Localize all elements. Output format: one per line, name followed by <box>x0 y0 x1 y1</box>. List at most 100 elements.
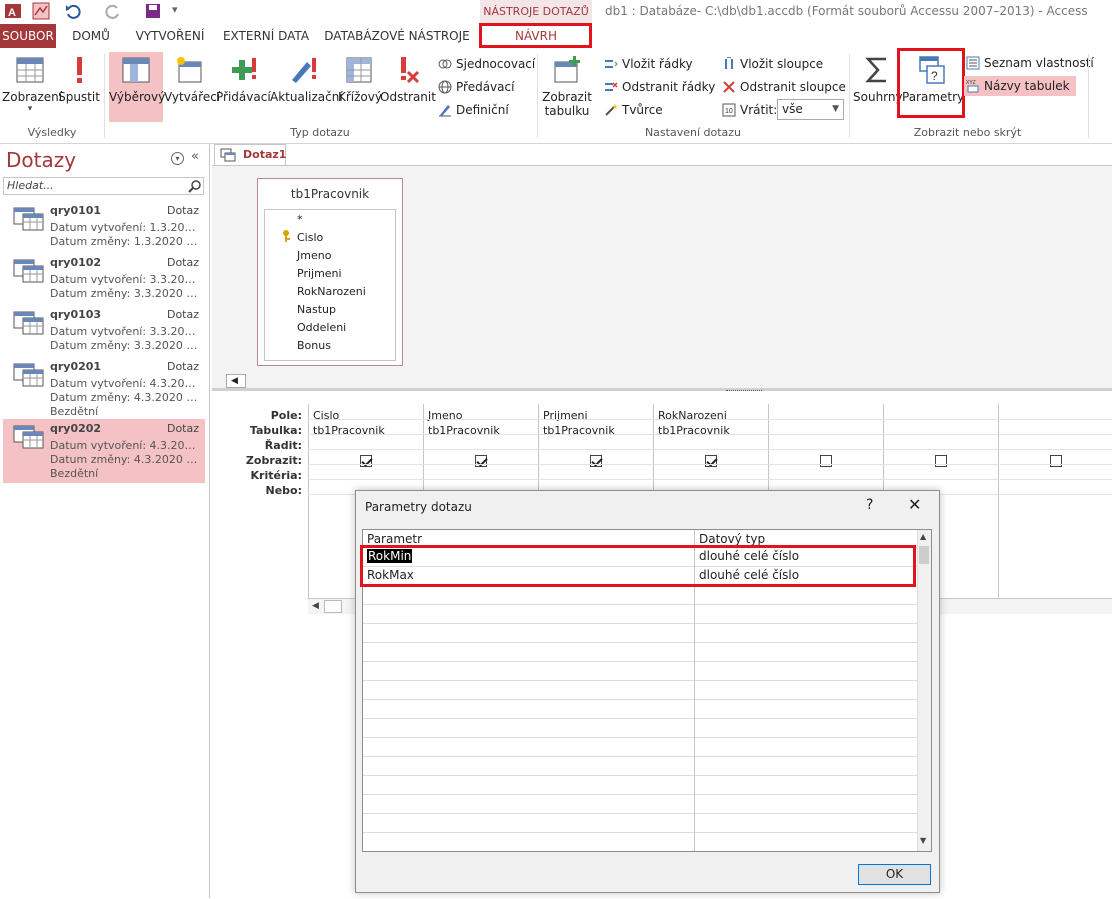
parameter-row-empty[interactable] <box>363 776 919 795</box>
customize-toolbar-icon[interactable]: ▾ <box>172 3 178 16</box>
query-type: Dotaz <box>166 422 199 435</box>
parameter-row-empty[interactable] <box>363 814 919 833</box>
insert-rows-button[interactable]: Vložit řádky <box>604 54 693 74</box>
design-icon[interactable] <box>32 2 50 20</box>
field-item[interactable]: Nastup <box>297 303 336 316</box>
query-created-date: Datum vytvoření: 1.3.2020 2... <box>50 221 200 234</box>
union-query-button[interactable]: Sjednocovací <box>438 54 535 74</box>
parameter-row-empty[interactable] <box>363 605 919 624</box>
builder-button[interactable]: Tvůrce <box>604 100 663 120</box>
view-button[interactable]: Zobrazení ▾ <box>2 54 62 114</box>
grid-scroll-left-icon[interactable]: ◀ <box>312 601 319 611</box>
save-icon[interactable] <box>144 2 162 20</box>
field-item[interactable]: Prijmeni <box>297 267 342 280</box>
search-icon[interactable] <box>188 179 202 193</box>
field-item[interactable]: Cislo <box>297 231 323 244</box>
collapse-pane-icon[interactable]: « <box>191 149 199 164</box>
show-checkbox[interactable] <box>590 455 602 467</box>
run-button[interactable]: Spustit <box>58 54 100 104</box>
parameter-row-empty[interactable] <box>363 681 919 700</box>
grid-column[interactable] <box>998 404 1112 612</box>
list-item-query[interactable]: qry0103 Dotaz Datum vytvoření: 3.3.2020 … <box>3 305 205 357</box>
parameter-row-empty[interactable] <box>363 662 919 681</box>
return-label: Vrátit: <box>740 103 778 117</box>
ribbon: Zobrazení ▾ Spustit Výsledky Výběrový Vy… <box>0 48 1112 144</box>
table-field-list-window[interactable]: tb1Pracovnik * Cislo Jmeno Prijmeni RokN… <box>257 178 403 366</box>
grid-table-cell[interactable]: tb1Pracovnik <box>428 424 500 437</box>
parameter-row-empty[interactable] <box>363 795 919 814</box>
parameter-row-empty[interactable] <box>363 643 919 662</box>
parameter-row-empty[interactable] <box>363 624 919 643</box>
wand-icon <box>605 104 618 116</box>
splitter-handle[interactable] <box>726 390 762 393</box>
pass-through-query-button[interactable]: Předávací <box>438 77 514 97</box>
parameters-vertical-scrollbar[interactable]: ▲ ▼ <box>917 530 931 851</box>
field-item[interactable]: Bonus <box>297 339 331 352</box>
tab-database-tools[interactable]: DATABÁZOVÉ NÁSTROJE <box>322 24 472 48</box>
parameter-row-empty[interactable] <box>363 700 919 719</box>
show-checkbox[interactable] <box>360 455 372 467</box>
view-button-label: Zobrazení <box>2 90 63 104</box>
delete-query-button[interactable]: Odstranit <box>380 54 436 104</box>
field-item[interactable]: RokNarozeni <box>297 285 366 298</box>
field-item[interactable]: * <box>297 213 303 226</box>
select-query-button[interactable]: Výběrový <box>109 52 165 122</box>
redo-icon[interactable] <box>104 2 122 20</box>
show-checkbox[interactable] <box>475 455 487 467</box>
grid-table-cell[interactable]: tb1Pracovnik <box>658 424 730 437</box>
field-item[interactable]: Jmeno <box>297 249 331 262</box>
show-checkbox[interactable] <box>1050 455 1062 467</box>
tab-home[interactable]: DOMŮ <box>62 24 120 48</box>
parameter-row-empty[interactable] <box>363 738 919 757</box>
field-item[interactable]: Oddeleni <box>297 321 346 334</box>
show-checkbox[interactable] <box>935 455 947 467</box>
grid-field-cell[interactable]: RokNarozeni <box>658 409 727 422</box>
parameter-row-empty[interactable] <box>363 719 919 738</box>
show-checkbox[interactable] <box>705 455 717 467</box>
undo-icon[interactable] <box>64 2 82 20</box>
tab-external-data[interactable]: EXTERNÍ DATA <box>220 24 312 48</box>
help-icon[interactable]: ? <box>866 497 873 513</box>
make-table-query-button[interactable]: Vytvářecí <box>164 54 220 104</box>
list-item-query[interactable]: qry0101 Dotaz Datum vytvoření: 1.3.2020 … <box>3 201 205 253</box>
scroll-down-icon[interactable]: ▼ <box>920 836 926 845</box>
delete-columns-button[interactable]: Odstranit sloupce <box>722 77 846 97</box>
grid-field-cell[interactable]: Prijmeni <box>543 409 588 422</box>
definition-label: Definiční <box>456 103 509 117</box>
list-item-query-selected[interactable]: qry0202 Dotaz Datum vytvoření: 4.3.2020 … <box>3 419 205 483</box>
access-logo-icon: A <box>5 4 21 19</box>
show-checkbox[interactable] <box>820 455 832 467</box>
totals-button[interactable]: Souhrny <box>853 54 903 104</box>
crosstab-query-button[interactable]: Křížový <box>338 54 382 104</box>
list-item-query[interactable]: qry0201 Dotaz Datum vytvoření: 4.3.2020 … <box>3 357 205 419</box>
grid-field-cell[interactable]: Jmeno <box>428 409 462 422</box>
delete-label: Odstranit <box>380 90 436 104</box>
nav-menu-chevron-icon[interactable]: ▾ <box>171 152 184 165</box>
show-table-icon <box>554 56 580 83</box>
delete-rows-button[interactable]: Odstranit řádky <box>604 77 715 97</box>
grid-scroll-thumb[interactable] <box>324 600 342 613</box>
grid-table-cell[interactable]: tb1Pracovnik <box>543 424 615 437</box>
return-select[interactable]: vše ▼ <box>777 99 844 120</box>
grid-table-cell[interactable]: tb1Pracovnik <box>313 424 385 437</box>
grid-field-cell[interactable]: Cislo <box>313 409 339 422</box>
table-names-button[interactable]: XYZ Názvy tabulek <box>964 76 1076 96</box>
scroll-up-icon[interactable]: ▲ <box>920 532 926 541</box>
parameter-row-empty[interactable] <box>363 757 919 776</box>
close-icon[interactable]: ✕ <box>908 495 921 514</box>
parameter-row-empty[interactable] <box>363 586 919 605</box>
insert-columns-button[interactable]: Vložit sloupce <box>722 54 823 74</box>
tab-create[interactable]: VYTVOŘENÍ <box>130 24 210 48</box>
scroll-thumb[interactable] <box>919 546 929 564</box>
crosstab-icon <box>346 57 372 83</box>
show-table-button[interactable]: Zobrazit tabulku <box>540 54 594 118</box>
upper-scroll-left-icon[interactable]: ◀ <box>226 374 246 388</box>
list-item-query[interactable]: qry0102 Dotaz Datum vytvoření: 3.3.2020 … <box>3 253 205 305</box>
tab-file[interactable]: SOUBOR <box>0 24 56 48</box>
ok-button[interactable]: OK <box>858 864 931 885</box>
property-sheet-button[interactable]: Seznam vlastností <box>966 53 1094 73</box>
append-query-button[interactable]: Přidávací <box>216 54 271 104</box>
update-query-button[interactable]: Aktualizační <box>270 54 343 104</box>
nav-search-input[interactable]: Hledat... <box>3 177 204 195</box>
data-definition-query-button[interactable]: Definiční <box>438 100 509 120</box>
